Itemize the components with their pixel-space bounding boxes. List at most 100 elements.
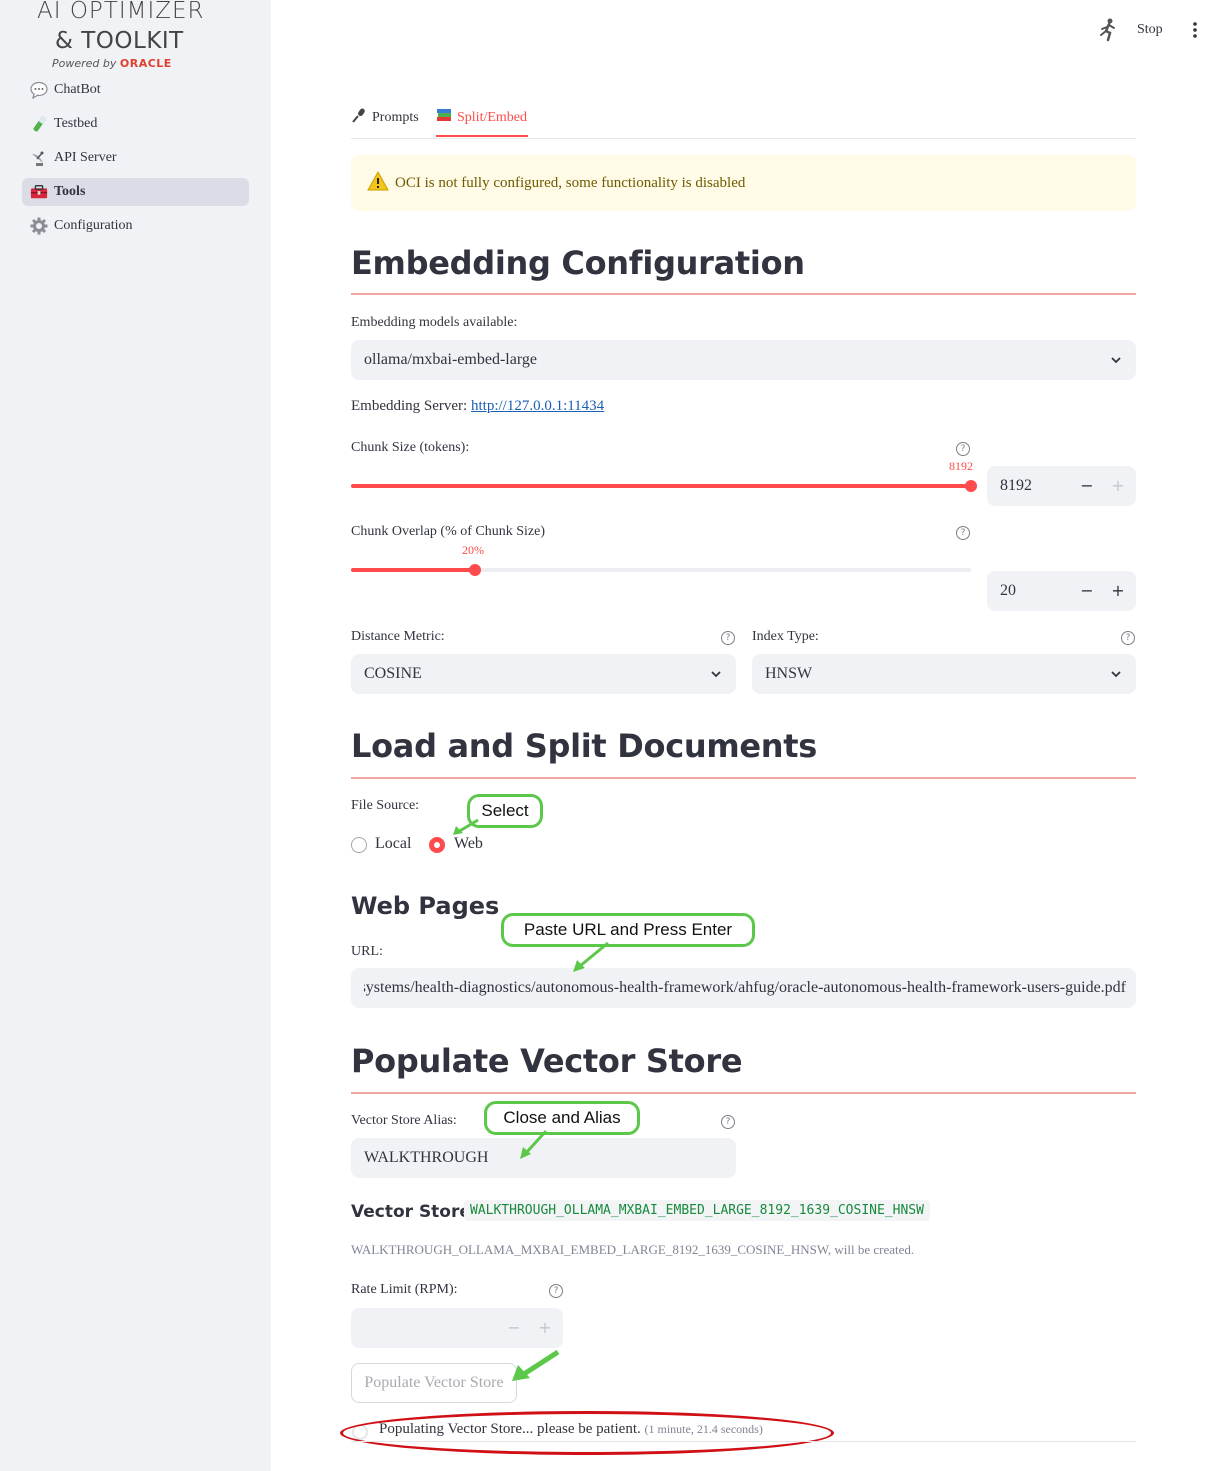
satellite-dish-icon xyxy=(30,149,48,167)
tab-bar: Prompts Split/Embed xyxy=(351,100,1136,139)
file-source-label: File Source: xyxy=(351,798,420,813)
help-icon[interactable]: ? xyxy=(721,1115,735,1129)
sidebar-item-label: Testbed xyxy=(54,116,98,131)
help-icon[interactable]: ? xyxy=(956,526,970,540)
help-icon[interactable]: ? xyxy=(1121,631,1135,645)
sidebar-item-configuration[interactable]: Configuration xyxy=(22,212,249,240)
logo-powered-by: Powered by ORACLE xyxy=(52,57,172,70)
chunk-size-input[interactable]: 8192 − + xyxy=(987,466,1136,506)
radio-local[interactable] xyxy=(351,837,367,853)
chevron-down-icon xyxy=(710,667,722,685)
slider-thumb[interactable] xyxy=(469,564,481,576)
decrement-button[interactable]: − xyxy=(1079,476,1095,495)
url-input[interactable]: systems/health-diagnostics/autonomous-he… xyxy=(351,968,1136,1008)
chevron-down-icon xyxy=(1110,353,1122,371)
section-divider xyxy=(351,1092,1136,1094)
embedding-server-line: Embedding Server: http://127.0.0.1:11434 xyxy=(351,398,604,415)
stop-button[interactable]: Stop xyxy=(1137,22,1163,38)
embedding-server-link[interactable]: http://127.0.0.1:11434 xyxy=(471,398,604,414)
chunk-overlap-label: Chunk Overlap (% of Chunk Size) xyxy=(351,524,546,539)
populate-heading: Populate Vector Store xyxy=(351,1042,743,1080)
rate-limit-label: Rate Limit (RPM): xyxy=(351,1282,458,1297)
alias-input-value: WALKTHROUGH xyxy=(364,1149,489,1166)
vector-store-name: WALKTHROUGH_OLLAMA_MXBAI_EMBED_LARGE_819… xyxy=(464,1200,930,1221)
chunk-size-slider-value: 8192 xyxy=(949,459,973,473)
index-type-select[interactable]: HNSW xyxy=(752,654,1136,694)
chunk-overlap-slider[interactable] xyxy=(351,564,971,576)
chevron-down-icon xyxy=(1110,667,1122,685)
embedding-config-heading: Embedding Configuration xyxy=(351,244,805,282)
annotation-highlight-ring xyxy=(340,1411,834,1455)
tab-label: Prompts xyxy=(372,109,419,125)
active-tab-indicator xyxy=(436,135,528,137)
status-divider xyxy=(351,1441,1136,1442)
tab-label: Split/Embed xyxy=(457,109,527,125)
warning-alert: OCI is not fully configured, some functi… xyxy=(351,155,1136,211)
slider-thumb[interactable] xyxy=(965,480,977,492)
vector-store-created-note: WALKTHROUGH_OLLAMA_MXBAI_EMBED_LARGE_819… xyxy=(351,1242,915,1257)
toolbox-icon xyxy=(30,183,48,201)
sidebar-nav: ChatBot Testbed API Server Tools Configu… xyxy=(22,76,249,246)
sidebar-item-chatbot[interactable]: ChatBot xyxy=(22,76,249,104)
alias-label: Vector Store Alias: xyxy=(351,1113,457,1128)
microphone-icon xyxy=(351,107,367,128)
help-icon[interactable]: ? xyxy=(956,442,970,456)
sidebar-item-tools[interactable]: Tools xyxy=(22,178,249,206)
chunk-size-slider[interactable] xyxy=(351,480,977,492)
logo-line2: & TOOLKIT xyxy=(55,28,184,54)
sidebar-item-label: ChatBot xyxy=(54,82,101,97)
annotation-paste-url-callout: Paste URL and Press Enter xyxy=(501,913,755,947)
chat-bubble-icon xyxy=(30,81,48,99)
annotation-arrow-icon xyxy=(453,818,479,835)
index-type-label: Index Type: xyxy=(752,629,819,644)
sidebar-item-label: Tools xyxy=(54,184,86,199)
test-tube-icon xyxy=(30,115,48,133)
radio-local-label[interactable]: Local xyxy=(375,835,411,853)
increment-button[interactable]: + xyxy=(537,1318,553,1337)
selected-value: HNSW xyxy=(765,665,813,682)
oracle-wordmark: ORACLE xyxy=(119,57,172,70)
slider-fill xyxy=(351,568,475,572)
running-man-icon xyxy=(1098,18,1118,47)
tab-split-embed[interactable]: Split/Embed xyxy=(436,107,527,128)
tab-prompts[interactable]: Prompts xyxy=(351,107,419,128)
increment-button[interactable]: + xyxy=(1110,581,1126,600)
vector-store-name-code: WALKTHROUGH_OLLAMA_MXBAI_EMBED_LARGE_819… xyxy=(464,1200,930,1221)
sidebar-item-testbed[interactable]: Testbed xyxy=(22,110,249,138)
gear-icon xyxy=(30,217,48,235)
section-divider xyxy=(351,293,1136,295)
powered-by-text: Powered by xyxy=(52,57,117,70)
alert-text: OCI is not fully configured, some functi… xyxy=(395,174,746,191)
selected-value: COSINE xyxy=(364,665,422,682)
embedding-server-label: Embedding Server: xyxy=(351,398,468,414)
warning-icon xyxy=(367,170,389,196)
decrement-button[interactable]: − xyxy=(506,1318,522,1337)
section-divider xyxy=(351,777,1136,779)
populate-vector-store-button[interactable]: Populate Vector Store xyxy=(351,1363,517,1403)
decrement-button[interactable]: − xyxy=(1079,581,1095,600)
web-pages-heading: Web Pages xyxy=(351,892,500,920)
distance-metric-label: Distance Metric: xyxy=(351,629,445,644)
url-input-value: systems/health-diagnostics/autonomous-he… xyxy=(364,979,1126,996)
annotation-close-alias-callout: Close and Alias xyxy=(484,1101,640,1135)
load-split-heading: Load and Split Documents xyxy=(351,727,818,765)
radio-web[interactable] xyxy=(429,837,445,853)
chunk-overlap-slider-value: 20% xyxy=(462,543,484,557)
annotation-arrow-icon xyxy=(520,1129,548,1159)
sidebar-item-label: Configuration xyxy=(54,218,133,233)
rate-limit-input[interactable]: − + xyxy=(351,1308,563,1348)
input-value: 20 xyxy=(1000,582,1016,599)
increment-button[interactable]: + xyxy=(1110,476,1126,495)
chunk-overlap-input[interactable]: 20 − + xyxy=(987,571,1136,611)
logo-line1: AI OPTIMIZER xyxy=(37,0,205,24)
chunk-size-label: Chunk Size (tokens): xyxy=(351,440,470,455)
sidebar-item-api-server[interactable]: API Server xyxy=(22,144,249,172)
help-icon[interactable]: ? xyxy=(549,1284,563,1298)
kebab-menu-icon[interactable] xyxy=(1192,22,1198,43)
slider-fill xyxy=(351,484,971,488)
embedding-models-label: Embedding models available: xyxy=(351,315,518,330)
distance-metric-select[interactable]: COSINE xyxy=(351,654,736,694)
embedding-model-select[interactable]: ollama/mxbai-embed-large xyxy=(351,340,1136,380)
help-icon[interactable]: ? xyxy=(721,631,735,645)
annotation-arrow-icon xyxy=(512,1349,560,1381)
